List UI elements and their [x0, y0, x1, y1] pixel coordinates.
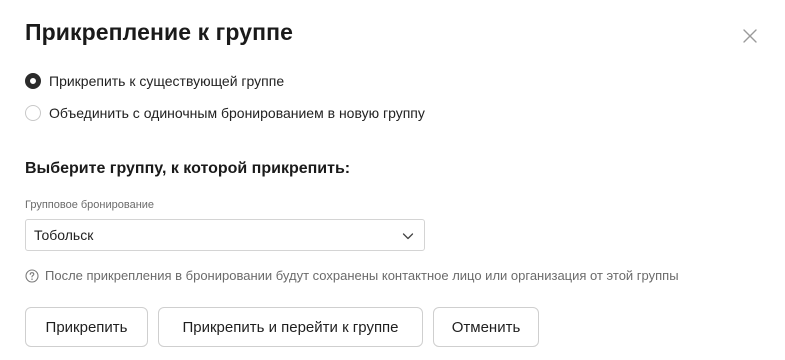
radio-button-unchecked[interactable] — [25, 105, 41, 121]
dialog-title: Прикрепление к группе — [25, 19, 293, 45]
question-circle-icon — [25, 268, 39, 283]
radio-option-label: Прикрепить к существующей группе — [49, 73, 285, 89]
chevron-down-icon — [402, 233, 414, 240]
cancel-button[interactable]: Отменить — [433, 307, 539, 347]
attach-to-group-dialog: Прикрепление к группе Прикрепить к сущес… — [0, 0, 785, 360]
radio-option-merge-new-group[interactable]: Объединить с одиночным бронированием в н… — [25, 105, 425, 121]
radio-option-attach-existing[interactable]: Прикрепить к существующей группе — [25, 73, 284, 89]
group-booking-field-caption: Групповое бронирование — [25, 199, 155, 211]
attach-button[interactable]: Прикрепить — [25, 307, 148, 347]
close-icon — [743, 29, 757, 43]
group-section-title: Выберите группу, к которой прикрепить: — [25, 160, 351, 177]
group-booking-selected-value: Тобольск — [34, 227, 94, 243]
hint-text: После прикрепления в бронировании будут … — [45, 268, 679, 283]
close-button[interactable] — [740, 26, 760, 46]
hint-row: После прикрепления в бронировании будут … — [25, 268, 679, 283]
group-booking-select[interactable]: Тобольск — [25, 219, 425, 251]
attach-and-go-to-group-button[interactable]: Прикрепить и перейти к группе — [158, 307, 423, 347]
radio-button-checked[interactable] — [25, 73, 41, 89]
radio-option-label: Объединить с одиночным бронированием в н… — [49, 105, 425, 121]
